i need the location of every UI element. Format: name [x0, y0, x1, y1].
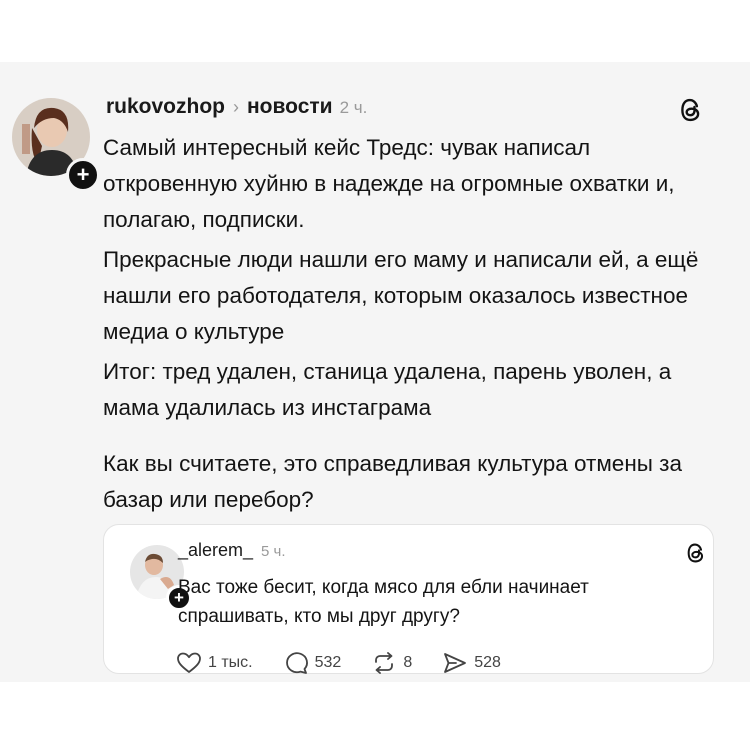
reply-button[interactable]: 532: [283, 651, 342, 675]
threads-post-card: + rukovozhop › новости 2 ч. Самый интере…: [0, 62, 750, 682]
comment-icon: [285, 652, 308, 674]
chevron-right-icon: ›: [233, 97, 239, 117]
heart-icon: [177, 652, 201, 673]
quoted-author-avatar[interactable]: +: [130, 545, 192, 611]
post-header: rukovozhop › новости 2 ч.: [106, 95, 367, 125]
quoted-post-time: 5 ч.: [261, 543, 286, 560]
like-count: 1 тыс.: [208, 654, 253, 671]
quoted-post-header: _alerem_ 5 ч.: [178, 540, 286, 561]
post-paragraph: Самый интересный кейс Тредс: чувак напис…: [103, 135, 675, 232]
share-icon: [444, 653, 467, 673]
bottom-margin: [0, 682, 750, 755]
topic-tag[interactable]: новости: [247, 95, 333, 119]
share-button[interactable]: 528: [442, 651, 501, 675]
top-margin: [0, 0, 750, 62]
like-button[interactable]: 1 тыс.: [176, 651, 253, 675]
quoted-post[interactable]: + _alerem_ 5 ч. Вас тоже бесит, когда мя…: [103, 524, 714, 674]
quoted-author-username[interactable]: _alerem_: [178, 540, 253, 561]
threads-logo-icon[interactable]: [678, 96, 704, 124]
share-count: 528: [474, 654, 501, 671]
threads-logo-icon[interactable]: [685, 541, 707, 565]
post-paragraph: Как вы считаете, это справедливая культу…: [103, 451, 683, 512]
post-body: Самый интересный кейс Тредс: чувак напис…: [103, 130, 728, 518]
author-avatar[interactable]: +: [12, 98, 100, 192]
follow-plus-icon[interactable]: +: [66, 158, 100, 192]
post-time: 2 ч.: [339, 98, 368, 117]
reply-count: 532: [314, 654, 342, 671]
repost-count: 8: [403, 654, 413, 671]
repost-button[interactable]: 8: [371, 651, 412, 675]
action-bar: 1 тыс. 532 8 528: [176, 650, 531, 676]
quoted-post-text: Вас тоже бесит, когда мясо для ебли начи…: [178, 577, 589, 627]
post-paragraph: Итог: тред удален, станица удалена, паре…: [103, 359, 672, 420]
author-username[interactable]: rukovozhop: [106, 95, 225, 119]
repost-icon: [375, 652, 394, 674]
post-paragraph: Прекрасные люди нашли его маму и написал…: [103, 247, 699, 344]
